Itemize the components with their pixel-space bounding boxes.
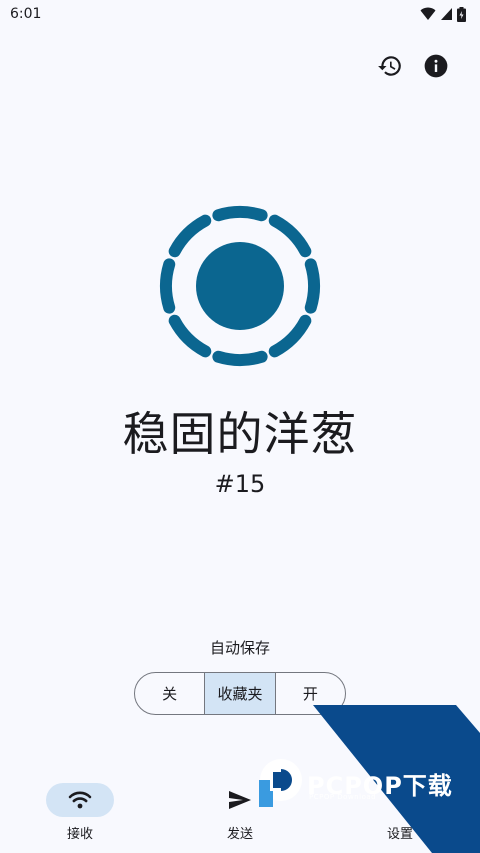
nav-item-settings[interactable]: 设置 — [320, 770, 480, 853]
nav-item-send[interactable]: 发送 — [160, 770, 320, 853]
autosave-option-on[interactable]: 开 — [274, 673, 345, 714]
logo-ring-segment — [168, 314, 212, 358]
status-time: 6:01 — [10, 6, 42, 22]
cell-signal-icon — [441, 8, 452, 20]
logo-ring-segment — [168, 214, 212, 258]
info-icon[interactable] — [422, 52, 450, 80]
top-actions — [376, 52, 450, 80]
nav-pill-receive — [46, 783, 114, 817]
status-bar: 6:01 — [0, 0, 480, 28]
wifi-signal-icon — [420, 7, 436, 20]
logo-ring-segment — [304, 258, 320, 314]
nav-pill-settings — [366, 783, 434, 817]
device-id: #15 — [214, 470, 266, 498]
autosave-segmented-control: 关 收藏夹 开 — [134, 672, 346, 715]
nav-label-settings: 设置 — [386, 827, 413, 842]
status-icons — [420, 6, 466, 22]
logo-ring-segment — [212, 350, 268, 366]
send-icon — [229, 791, 251, 809]
battery-icon — [457, 6, 466, 22]
autosave-label: 自动保存 — [209, 639, 270, 657]
logo-ring-segment — [268, 214, 312, 258]
device-logo — [159, 205, 321, 367]
bottom-navigation: 接收 发送 设置 — [0, 770, 480, 853]
autosave-option-off[interactable]: 关 — [135, 673, 204, 714]
logo-ring-segment — [160, 258, 176, 314]
wifi-icon — [68, 791, 92, 809]
nav-item-receive[interactable]: 接收 — [0, 770, 160, 853]
nav-label-receive: 接收 — [66, 827, 93, 842]
history-icon[interactable] — [376, 52, 404, 80]
logo-ring-segment — [212, 206, 268, 222]
logo-ring-segment — [268, 314, 312, 358]
nav-pill-send — [206, 783, 274, 817]
autosave-option-favorites[interactable]: 收藏夹 — [204, 673, 275, 714]
device-name: 稳固的洋葱 — [122, 407, 358, 461]
settings-icon — [393, 793, 407, 807]
nav-label-send: 发送 — [226, 827, 253, 842]
